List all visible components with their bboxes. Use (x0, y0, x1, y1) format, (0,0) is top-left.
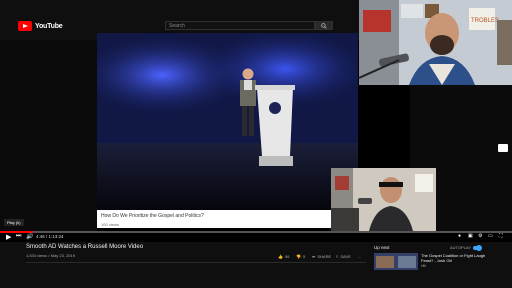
up-next-thumbnail[interactable] (374, 253, 418, 270)
stage-scene (97, 33, 358, 210)
next-icon[interactable]: ⏭ (16, 233, 21, 240)
logo-text: YouTube (35, 22, 63, 30)
card-teaser-icon[interactable] (498, 144, 508, 152)
dislike-button[interactable]: 👎 5 (296, 254, 305, 259)
play-tooltip: Play (k) (4, 219, 24, 226)
like-button[interactable]: 👍 56 (278, 254, 289, 259)
player-left-margin (0, 40, 97, 240)
settings-icon[interactable]: ⚙ (478, 233, 482, 239)
youtube-logo[interactable]: YouTube (18, 21, 63, 31)
thumbs-up-icon: 👍 (278, 254, 283, 259)
like-count: 56 (284, 254, 290, 259)
autoplay-label: AUTOPLAY (450, 245, 471, 250)
divider (26, 262, 366, 263)
autoplay-switch[interactable] (472, 244, 482, 251)
share-button[interactable]: ➦ SHARE (312, 254, 331, 259)
save-button[interactable]: ≡ SAVE (336, 254, 351, 259)
inset-scene (331, 168, 436, 231)
save-label: SAVE (340, 254, 351, 259)
thumbnail-image (374, 253, 418, 270)
fullscreen-icon[interactable]: ⛶ (499, 233, 503, 239)
svg-text:TROBLES: TROBLES (471, 18, 499, 24)
theater-icon[interactable]: ▭ (488, 233, 493, 239)
search-icon (321, 22, 327, 29)
play-icon[interactable]: ▶ (6, 233, 11, 241)
search-input[interactable]: Search (165, 21, 315, 30)
autoplay-control[interactable]: AUTOPLAY (450, 244, 482, 251)
thumbs-down-icon: 👎 (296, 254, 301, 259)
share-label: SHARE (317, 254, 332, 259)
webcam-feed-inset (331, 168, 436, 231)
up-next-label: Up next (374, 245, 390, 250)
time-display: 4:46 / 1:13:24 (36, 234, 64, 239)
up-next-channel: Hili (421, 264, 426, 268)
save-icon: ≡ (336, 254, 339, 259)
autoplay-toggle-icon[interactable]: ● (458, 233, 461, 239)
more-button[interactable]: ... (358, 254, 361, 259)
youtube-logo-icon (18, 21, 32, 31)
video-frame[interactable] (97, 33, 358, 210)
subtitles-icon[interactable]: ▣ (468, 233, 473, 239)
webcam-feed-main: TROBLES (359, 0, 512, 85)
volume-icon[interactable]: 🔊 (26, 233, 33, 240)
player-controls (0, 233, 512, 242)
video-meta: 1,534 views • May 23, 2019 (26, 253, 75, 258)
search-button[interactable] (315, 21, 333, 30)
share-icon: ➦ (312, 254, 316, 259)
embedded-video-title: How Do We Prioritize the Gospel and Poli… (101, 213, 204, 219)
video-title: Smooth AD Watches a Russell Moore Video (26, 244, 144, 250)
dislike-count: 5 (302, 254, 306, 259)
webcam-scene: TROBLES (359, 0, 512, 85)
embedded-video-views: 100 views (101, 222, 119, 227)
up-next-title[interactable]: The Gospel Coalition or Fight Laugh Feas… (421, 253, 491, 263)
